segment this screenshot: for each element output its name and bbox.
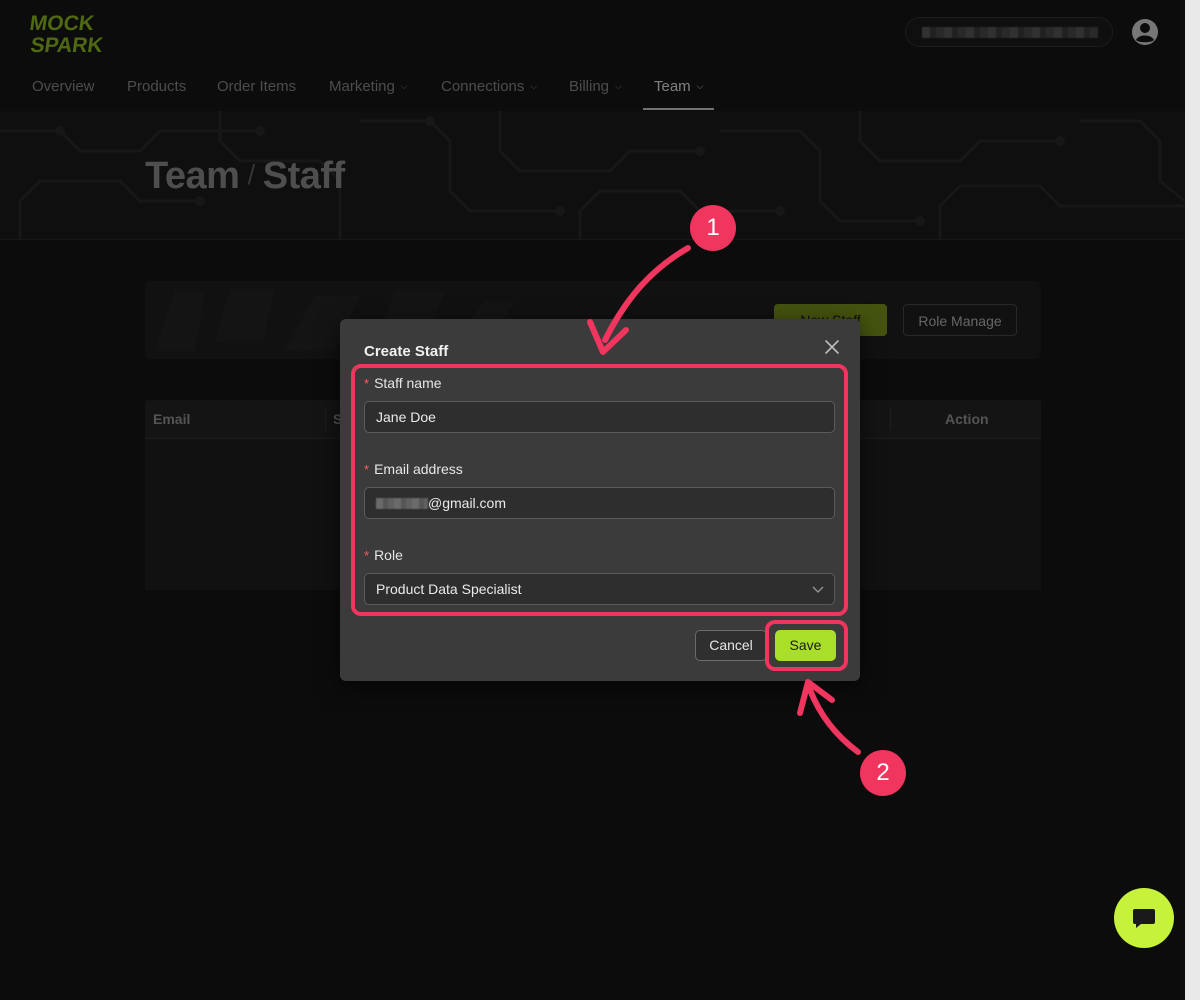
annotation-arrows bbox=[587, 245, 861, 755]
scrollbar[interactable] bbox=[1185, 0, 1200, 1000]
chat-bubble-icon bbox=[1133, 909, 1155, 928]
step-1-badge: 1 bbox=[690, 205, 736, 251]
step-2-badge: 2 bbox=[860, 750, 906, 796]
app-page: MOCK SPARK Overview Products Order Items… bbox=[0, 0, 1185, 1000]
chat-button[interactable] bbox=[1114, 888, 1174, 948]
